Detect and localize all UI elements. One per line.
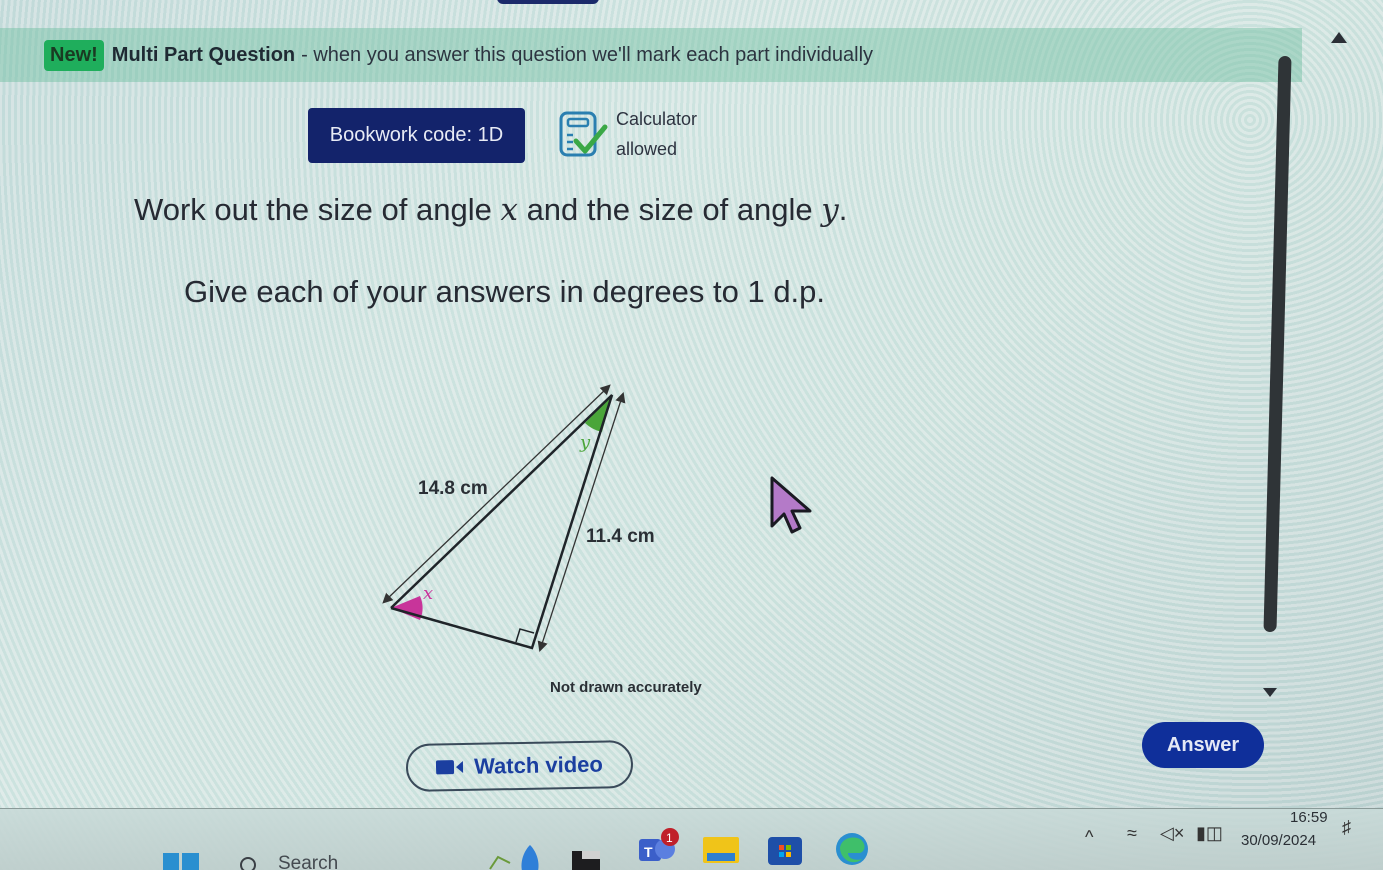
teams-app-icon[interactable]: T 1	[637, 827, 683, 867]
variable-x: x	[500, 192, 518, 228]
teams-notification-badge: 1	[666, 831, 673, 845]
copilot-app-icon[interactable]	[486, 841, 546, 870]
scroll-up-arrow[interactable]	[1331, 32, 1347, 43]
edge-browser-icon[interactable]	[834, 831, 870, 867]
calculator-label: Calculator	[616, 109, 698, 129]
clock-time[interactable]: 16:59	[1290, 809, 1328, 826]
taskbar-search[interactable]: Search	[278, 853, 338, 870]
svg-text:T: T	[644, 844, 653, 860]
multi-part-banner: New! Multi Part Question - when you answ…	[0, 28, 1302, 82]
calculator-allowed-label: allowed	[616, 139, 678, 159]
angle-y-label: y	[580, 432, 591, 453]
variable-y: y	[821, 192, 839, 228]
watch-video-label: Watch video	[473, 751, 604, 779]
scrollbar-thumb[interactable]	[1263, 56, 1292, 632]
top-tab-indicator	[497, 0, 599, 4]
volume-muted-icon[interactable]: ◁×	[1160, 823, 1184, 844]
right-angle-marker	[515, 628, 535, 643]
answer-precision-instruction: Give each of your answers in degrees to …	[184, 274, 826, 309]
question-text-part: Work out the size of angle	[134, 192, 501, 227]
video-camera-icon	[436, 760, 464, 775]
watch-video-button[interactable]: Watch video	[405, 740, 634, 792]
banner-description: - when you answer this question we'll ma…	[301, 43, 874, 66]
side-label: 11.4 cm	[586, 526, 655, 547]
show-hidden-icons-chevron[interactable]: ^	[1085, 827, 1093, 848]
bookwork-code-badge: Bookwork code: 1D	[308, 108, 525, 163]
wifi-icon[interactable]: ≈	[1127, 823, 1137, 844]
microsoft-store-icon[interactable]	[768, 833, 802, 865]
answer-button[interactable]: Answer	[1142, 722, 1264, 768]
battery-icon[interactable]: ▮◫	[1196, 823, 1223, 844]
banner-title: Multi Part Question	[111, 43, 296, 66]
search-icon[interactable]	[240, 857, 256, 870]
not-drawn-accurately-note: Not drawn accurately	[550, 679, 702, 696]
question-instruction: Work out the size of angle x and the siz…	[134, 192, 847, 228]
notification-bell-icon[interactable]: ♯	[1342, 817, 1351, 838]
question-text-part: and the size of angle	[517, 192, 822, 227]
hypotenuse-label: 14.8 cm	[418, 478, 488, 499]
angle-x-label: x	[423, 583, 434, 604]
triangle-edges	[390, 394, 614, 650]
clock-date[interactable]: 30/09/2024	[1241, 832, 1316, 849]
file-explorer-icon[interactable]	[703, 835, 739, 865]
calculator-check-icon	[559, 111, 608, 157]
windows-start-icon[interactable]	[163, 853, 199, 870]
terminal-app-icon[interactable]	[572, 847, 602, 870]
question-text-part: .	[838, 192, 848, 227]
new-badge: New!	[44, 39, 104, 71]
scroll-down-arrow[interactable]	[1263, 688, 1277, 697]
windows-taskbar: Search T 1 ^ ≈ ◁× ▮◫ 16:59 30/09/2024 ♯	[0, 808, 1383, 870]
mouse-pointer-icon	[770, 476, 812, 534]
